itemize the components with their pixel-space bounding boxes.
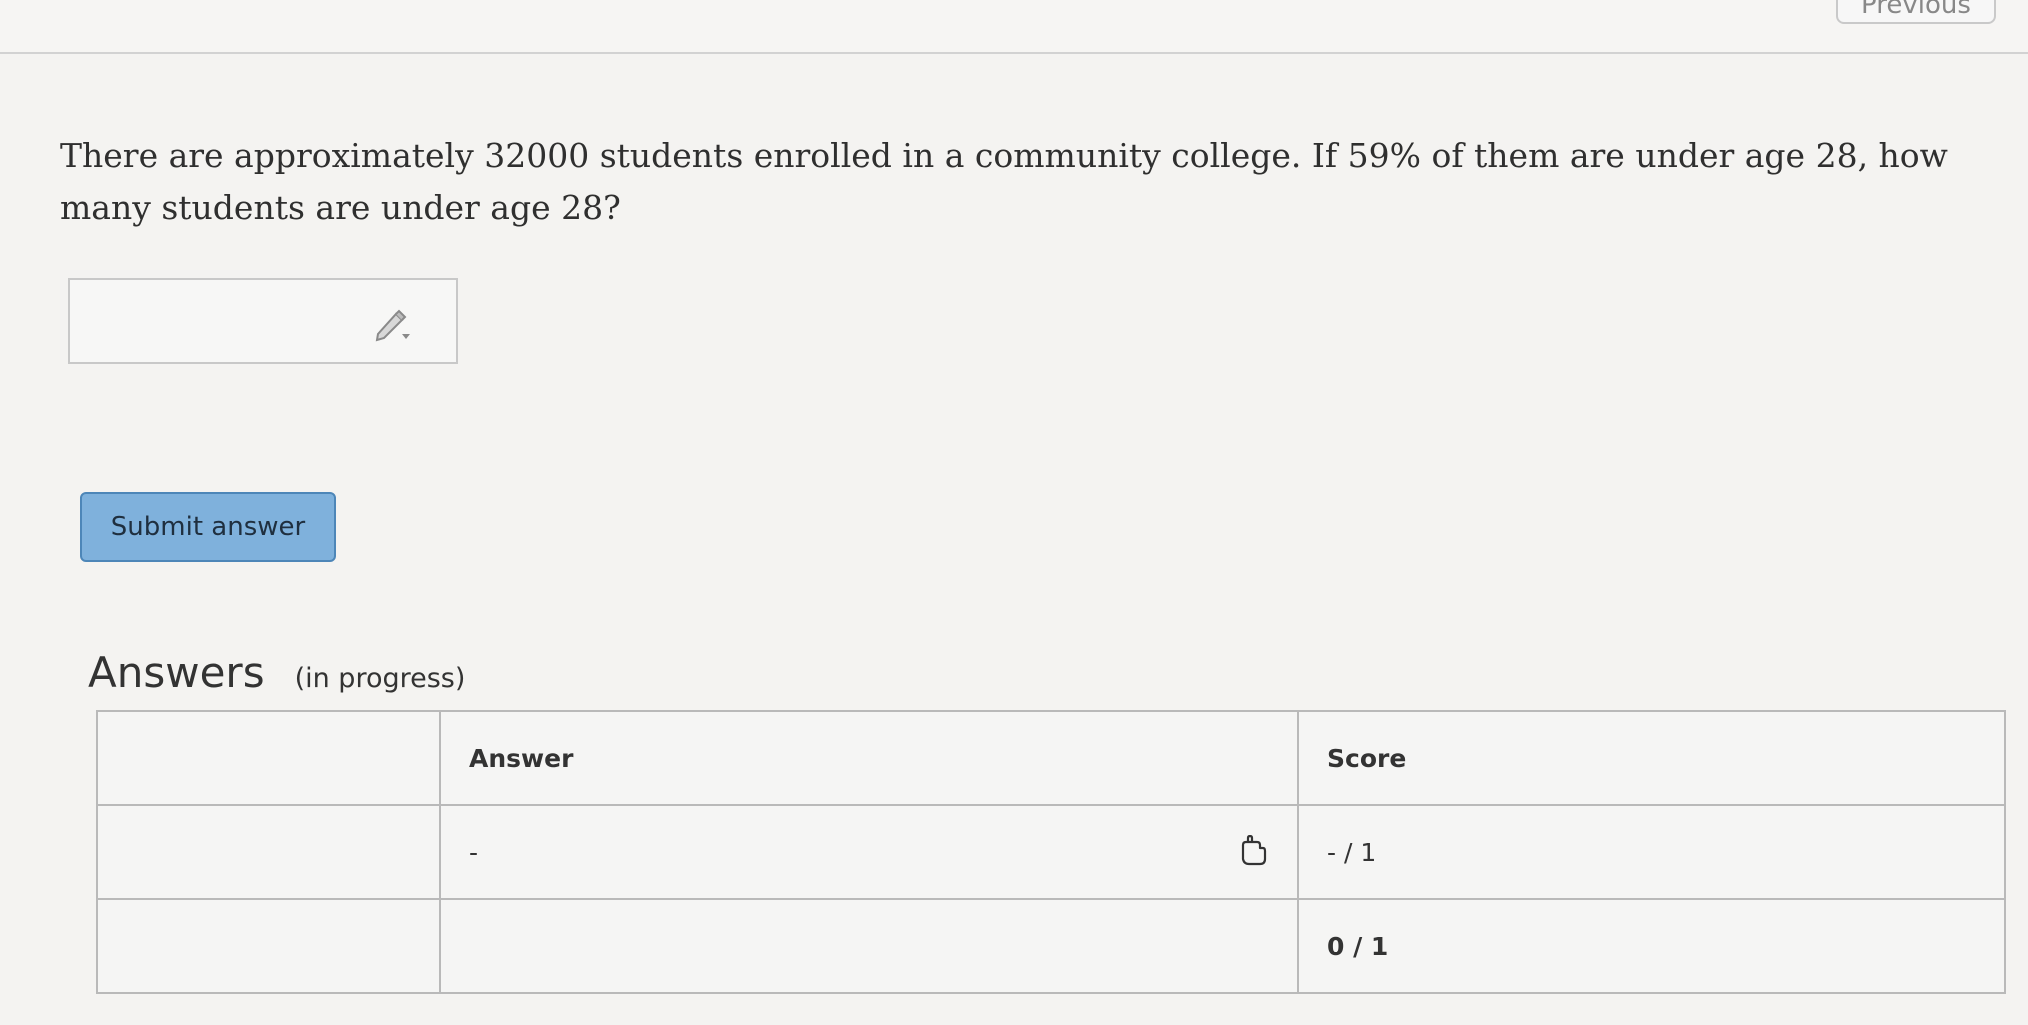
column-header-answer: Answer <box>439 710 1299 806</box>
column-header-score: Score <box>1297 710 2006 806</box>
row-answer-value: - <box>469 837 479 867</box>
hand-pointer-icon[interactable] <box>1235 835 1269 869</box>
row-index-cell <box>96 804 441 900</box>
table-row: 0 / 1 <box>96 898 2006 994</box>
submit-answer-label: Submit answer <box>110 512 306 542</box>
column-header-index <box>96 710 441 806</box>
top-bar: Previous <box>0 0 2028 54</box>
table-header-row: Answer Score <box>96 710 2006 806</box>
question-text: There are approximately 32000 students e… <box>60 136 1948 227</box>
answer-input[interactable] <box>68 278 458 364</box>
answers-heading: Answers (in progress) <box>88 648 465 697</box>
row-score-cell: - / 1 <box>1297 804 2006 900</box>
pencil-icon[interactable] <box>372 304 412 344</box>
row-answer-cell: - <box>439 804 1299 900</box>
answers-table: Answer Score - - / 1 0 / 1 <box>96 710 2006 994</box>
submit-answer-button[interactable]: Submit answer <box>80 492 336 562</box>
row-score-cell: 0 / 1 <box>1297 898 2006 994</box>
previous-button[interactable]: Previous <box>1836 0 1996 24</box>
row-index-cell <box>96 898 441 994</box>
row-answer-cell <box>439 898 1299 994</box>
previous-button-label: Previous <box>1861 0 1971 20</box>
answers-title: Answers <box>88 648 265 697</box>
table-row: - - / 1 <box>96 804 2006 900</box>
answers-status: (in progress) <box>294 663 466 694</box>
